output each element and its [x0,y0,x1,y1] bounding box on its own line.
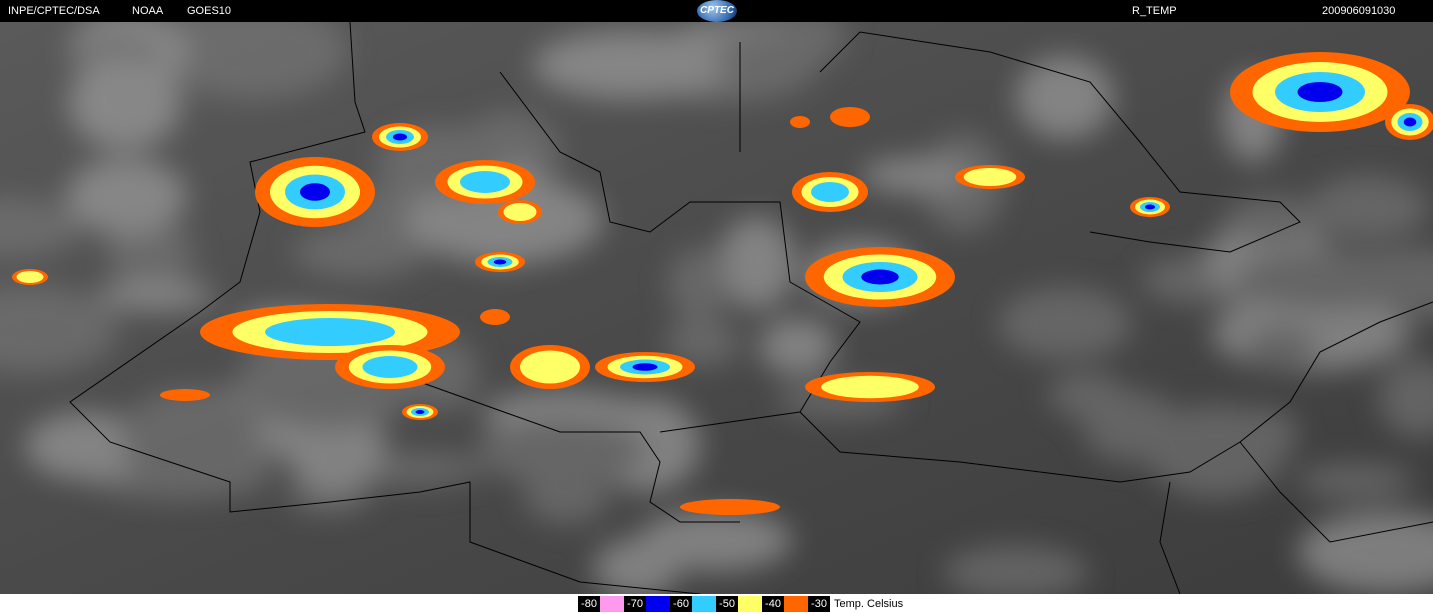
storm-cell [460,171,510,193]
storm-cell [265,318,395,346]
storm-cell [1297,82,1343,102]
storm-cell [16,271,44,283]
legend-label: -60 [670,596,692,612]
storm-cell [1403,117,1417,127]
storm-cell [811,182,849,202]
temperature-legend: -80 -70 -60 -50 -40 -30 Temp. Celsius [578,596,903,612]
storm-cell [963,168,1017,186]
cptec-logo: CPTEC [697,0,737,22]
storm-cell [790,116,810,128]
storm-cell [520,350,580,384]
storm-cell [830,107,870,127]
storm-cell [493,259,507,265]
legend-swatch [600,596,624,612]
legend-label: -70 [624,596,646,612]
storm-cell [362,356,418,378]
source-label: INPE/CPTEC/DSA [8,5,100,17]
storm-cell [861,269,899,285]
storm-cell [480,309,510,325]
storm-cell [160,389,210,401]
legend-unit: Temp. Celsius [834,598,904,610]
timestamp-label: 200906091030 [1322,5,1396,17]
legend-swatch [738,596,762,612]
logo-text: CPTEC [700,5,734,16]
storm-cell [503,203,537,221]
storm-cell [632,363,658,371]
storm-cell [1145,204,1155,210]
legend-label: -30 [808,596,830,612]
legend-swatch [692,596,716,612]
storm-cell [393,133,407,141]
storm-cell [415,410,425,414]
header-bar: INPE/CPTEC/DSA NOAA GOES10 CPTEC R_TEMP … [0,0,1433,22]
storm-cell [821,375,919,399]
legend-label: -50 [716,596,738,612]
satellite-label: GOES10 [187,5,232,17]
legend-label: -40 [762,596,784,612]
agency-label: NOAA [132,5,164,17]
legend-swatch [646,596,670,612]
storm-cell [680,499,780,515]
storm-cell [300,183,330,201]
product-label: R_TEMP [1132,5,1177,17]
satellite-image [0,22,1433,594]
legend-swatch [784,596,808,612]
legend-label: -80 [578,596,600,612]
